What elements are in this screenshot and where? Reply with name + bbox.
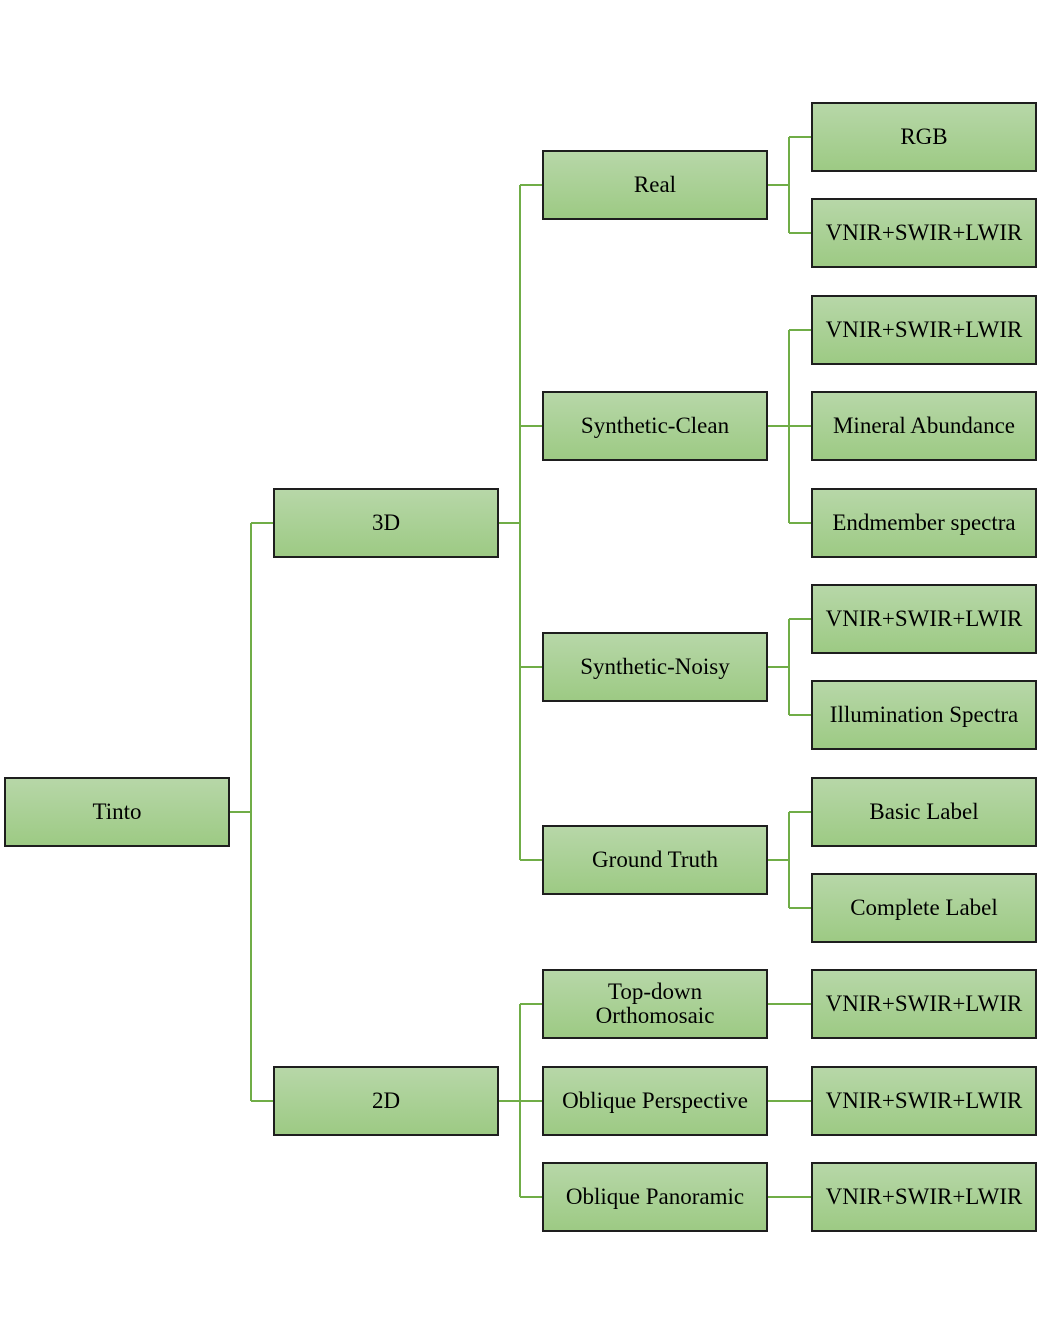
category-node: Synthetic-Clean xyxy=(542,391,768,461)
leaf-node: Illumination Spectra xyxy=(811,680,1037,750)
leaf-node: Basic Label xyxy=(811,777,1037,847)
category-node: Top-down Orthomosaic xyxy=(542,969,768,1039)
leaf-node: RGB xyxy=(811,102,1037,172)
leaf-node: VNIR+SWIR+LWIR xyxy=(811,969,1037,1039)
category-node: Real xyxy=(542,150,768,220)
category-node: 3D xyxy=(273,488,499,558)
leaf-node: Mineral Abundance xyxy=(811,391,1037,461)
tree-diagram: Tinto 3D Real RGB VNIR+SWIR+LWIR Synthetic-Cl… xyxy=(0,0,1045,1335)
leaf-node: Complete Label xyxy=(811,873,1037,943)
category-node: Oblique Perspective xyxy=(542,1066,768,1136)
root-node: Tinto xyxy=(4,777,230,847)
category-node: Synthetic-Noisy xyxy=(542,632,768,702)
category-node: 2D xyxy=(273,1066,499,1136)
leaf-node: Endmember spectra xyxy=(811,488,1037,558)
leaf-node: VNIR+SWIR+LWIR xyxy=(811,295,1037,365)
leaf-node: VNIR+SWIR+LWIR xyxy=(811,1066,1037,1136)
category-node: Ground Truth xyxy=(542,825,768,895)
leaf-node: VNIR+SWIR+LWIR xyxy=(811,198,1037,268)
leaf-node: VNIR+SWIR+LWIR xyxy=(811,584,1037,654)
category-node: Oblique Panoramic xyxy=(542,1162,768,1232)
leaf-node: VNIR+SWIR+LWIR xyxy=(811,1162,1037,1232)
